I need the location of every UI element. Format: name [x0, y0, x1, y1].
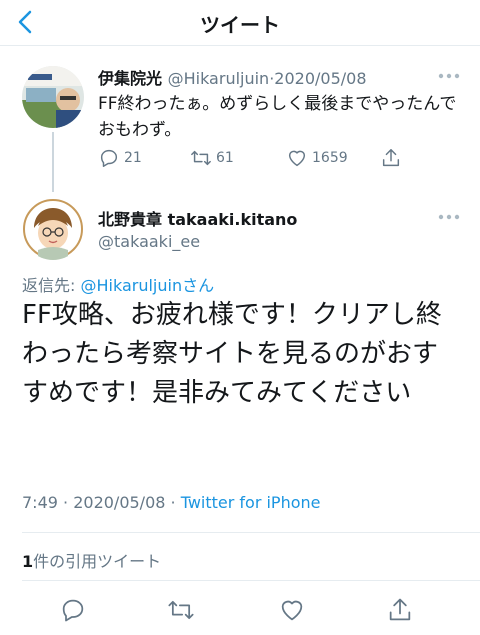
share-icon: [382, 149, 400, 167]
parent-reply-button[interactable]: 21: [98, 146, 142, 170]
tweet-text: FF攻略、お疲れ様です！クリアし終わったら考察サイトを見るのがおすすめです！是非…: [22, 300, 442, 408]
reply-to-label: 返信先:: [22, 276, 81, 295]
tweet-time: 7:49: [22, 493, 58, 512]
avatar-main[interactable]: [22, 198, 84, 260]
share-icon[interactable]: [386, 596, 414, 624]
quote-label: 件の引用ツイート: [33, 552, 162, 571]
parent-retweet-button[interactable]: 61: [190, 146, 234, 170]
parent-retweet-count: 61: [216, 150, 234, 166]
tweet-display-name[interactable]: 北野貴章 takaaki.kitano: [98, 206, 297, 230]
tweet-meta: 7:49 · 2020/05/08 · Twitter for iPhone: [22, 493, 321, 512]
parent-handle[interactable]: @Hikaruljuin: [168, 69, 270, 88]
quote-tweets-link[interactable]: 1件の引用ツイート: [22, 548, 161, 572]
tweet-client-link[interactable]: Twitter for iPhone: [181, 493, 321, 512]
parent-like-button[interactable]: 1659: [286, 146, 348, 170]
reply-icon: [100, 149, 118, 167]
tweet-date: 2020/05/08: [73, 493, 166, 512]
reply-to-suffix: さん: [182, 276, 215, 295]
tweet-handle[interactable]: @takaaki_ee: [98, 232, 200, 251]
retweet-icon[interactable]: [167, 596, 195, 624]
parent-reply-count: 21: [124, 150, 142, 166]
retweet-icon: [191, 150, 211, 166]
like-icon: [288, 150, 306, 167]
divider: [22, 580, 480, 581]
avatar-parent[interactable]: [22, 66, 84, 128]
thread-connector: [52, 132, 54, 192]
like-icon[interactable]: [278, 596, 306, 624]
parent-tweet-text: FF終わったぁ。めずらしく最後までやったんでおもわず。: [98, 94, 457, 140]
reply-icon[interactable]: [59, 596, 87, 624]
parent-display-name[interactable]: 伊集院光: [98, 69, 162, 88]
tweet-actions: [0, 592, 480, 628]
divider: [22, 532, 480, 533]
replying-to: 返信先: @Hikaruljuinさん: [22, 272, 214, 296]
nav-bar: ツイート: [0, 0, 480, 46]
page-title: ツイート: [200, 13, 280, 37]
parent-header: 伊集院光 @Hikaruljuin·2020/05/08: [98, 65, 367, 89]
parent-date: 2020/05/08: [274, 69, 367, 88]
meta-sep-2: ·: [165, 493, 181, 512]
reply-to-handle-link[interactable]: @Hikaruljuin: [80, 276, 182, 295]
more-icon[interactable]: [438, 214, 460, 220]
quote-count: 1: [22, 552, 34, 571]
parent-share-button[interactable]: [380, 146, 402, 170]
more-icon[interactable]: [438, 73, 460, 79]
meta-sep: ·: [57, 493, 74, 512]
parent-actions: 21 61 1659: [98, 146, 458, 170]
parent-like-count: 1659: [312, 150, 348, 166]
